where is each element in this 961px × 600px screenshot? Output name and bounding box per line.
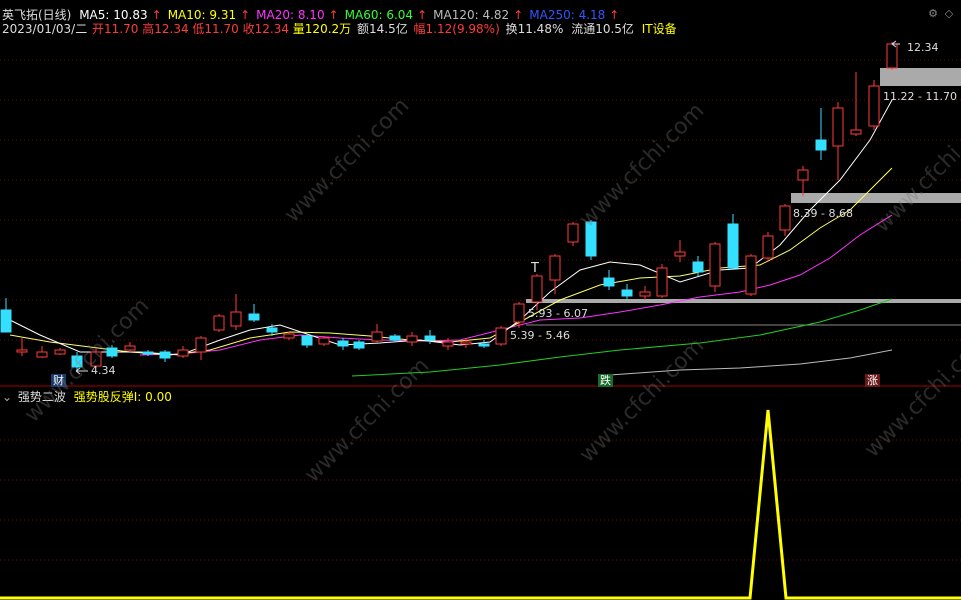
candle-body	[868, 85, 880, 127]
candle-body	[230, 311, 242, 327]
candle-body	[513, 303, 525, 323]
indicator-series-label: 强势股反弹I: 0.00	[73, 390, 172, 404]
candle-body	[709, 243, 721, 287]
candle-body	[177, 349, 189, 357]
zone2-label: 8.39 - 8.68	[793, 207, 853, 220]
candle-body	[54, 349, 66, 355]
candle-body	[424, 335, 436, 341]
candle-body	[213, 315, 225, 331]
candle-body	[0, 309, 12, 333]
ma10-line	[9, 167, 893, 356]
candle-body	[460, 341, 472, 345]
indicator-line	[0, 409, 961, 600]
candle-body	[353, 341, 365, 349]
chevron-down-icon[interactable]: ⌄	[2, 390, 12, 404]
candle-body	[337, 340, 349, 347]
candle-body	[674, 251, 686, 257]
candle-body	[248, 313, 260, 321]
zone-bar-low	[526, 299, 961, 303]
candle-body	[478, 343, 490, 347]
candle-body	[531, 275, 543, 303]
candle-body	[124, 345, 136, 351]
candle-body	[656, 267, 668, 297]
candle-body	[762, 235, 774, 259]
candle-body	[621, 289, 633, 297]
candle-body	[16, 349, 28, 353]
candle-body	[142, 351, 154, 355]
candle-body	[371, 331, 383, 342]
candle-body	[727, 223, 739, 269]
candle-body	[815, 139, 827, 151]
candle-body	[195, 337, 207, 353]
t-marker: T	[530, 261, 539, 276]
candle-body	[745, 255, 757, 295]
candle-body	[36, 351, 48, 358]
candle-body	[779, 205, 791, 231]
candle-body	[283, 333, 295, 339]
candle-body	[442, 341, 454, 347]
high-price-label: 12.34	[907, 41, 939, 54]
candle-body	[797, 169, 809, 181]
candle-body	[886, 43, 898, 69]
zone4-label: 5.39 - 5.46	[510, 329, 570, 342]
candle-body	[603, 277, 615, 287]
fall-tag[interactable]: 跌	[598, 374, 613, 387]
candle-body	[495, 327, 507, 345]
zone3-label: 5.93 - 6.07	[528, 307, 588, 320]
candle-body	[639, 291, 651, 297]
candle-body	[266, 327, 278, 333]
candle-body	[159, 351, 171, 359]
candle-body	[850, 129, 862, 135]
candle-body	[549, 255, 561, 281]
candle-body	[692, 261, 704, 273]
rise-tag[interactable]: 涨	[865, 374, 880, 387]
zone1-label: 11.22 - 11.70	[883, 90, 957, 103]
candle-body	[318, 337, 330, 345]
candle-body	[389, 335, 401, 341]
candle-body	[832, 107, 844, 147]
candle-body	[406, 335, 418, 343]
candle-body	[301, 335, 313, 346]
candle-body	[567, 223, 579, 243]
zone-bar-top	[880, 68, 961, 86]
zone-bar-mid	[791, 193, 961, 203]
